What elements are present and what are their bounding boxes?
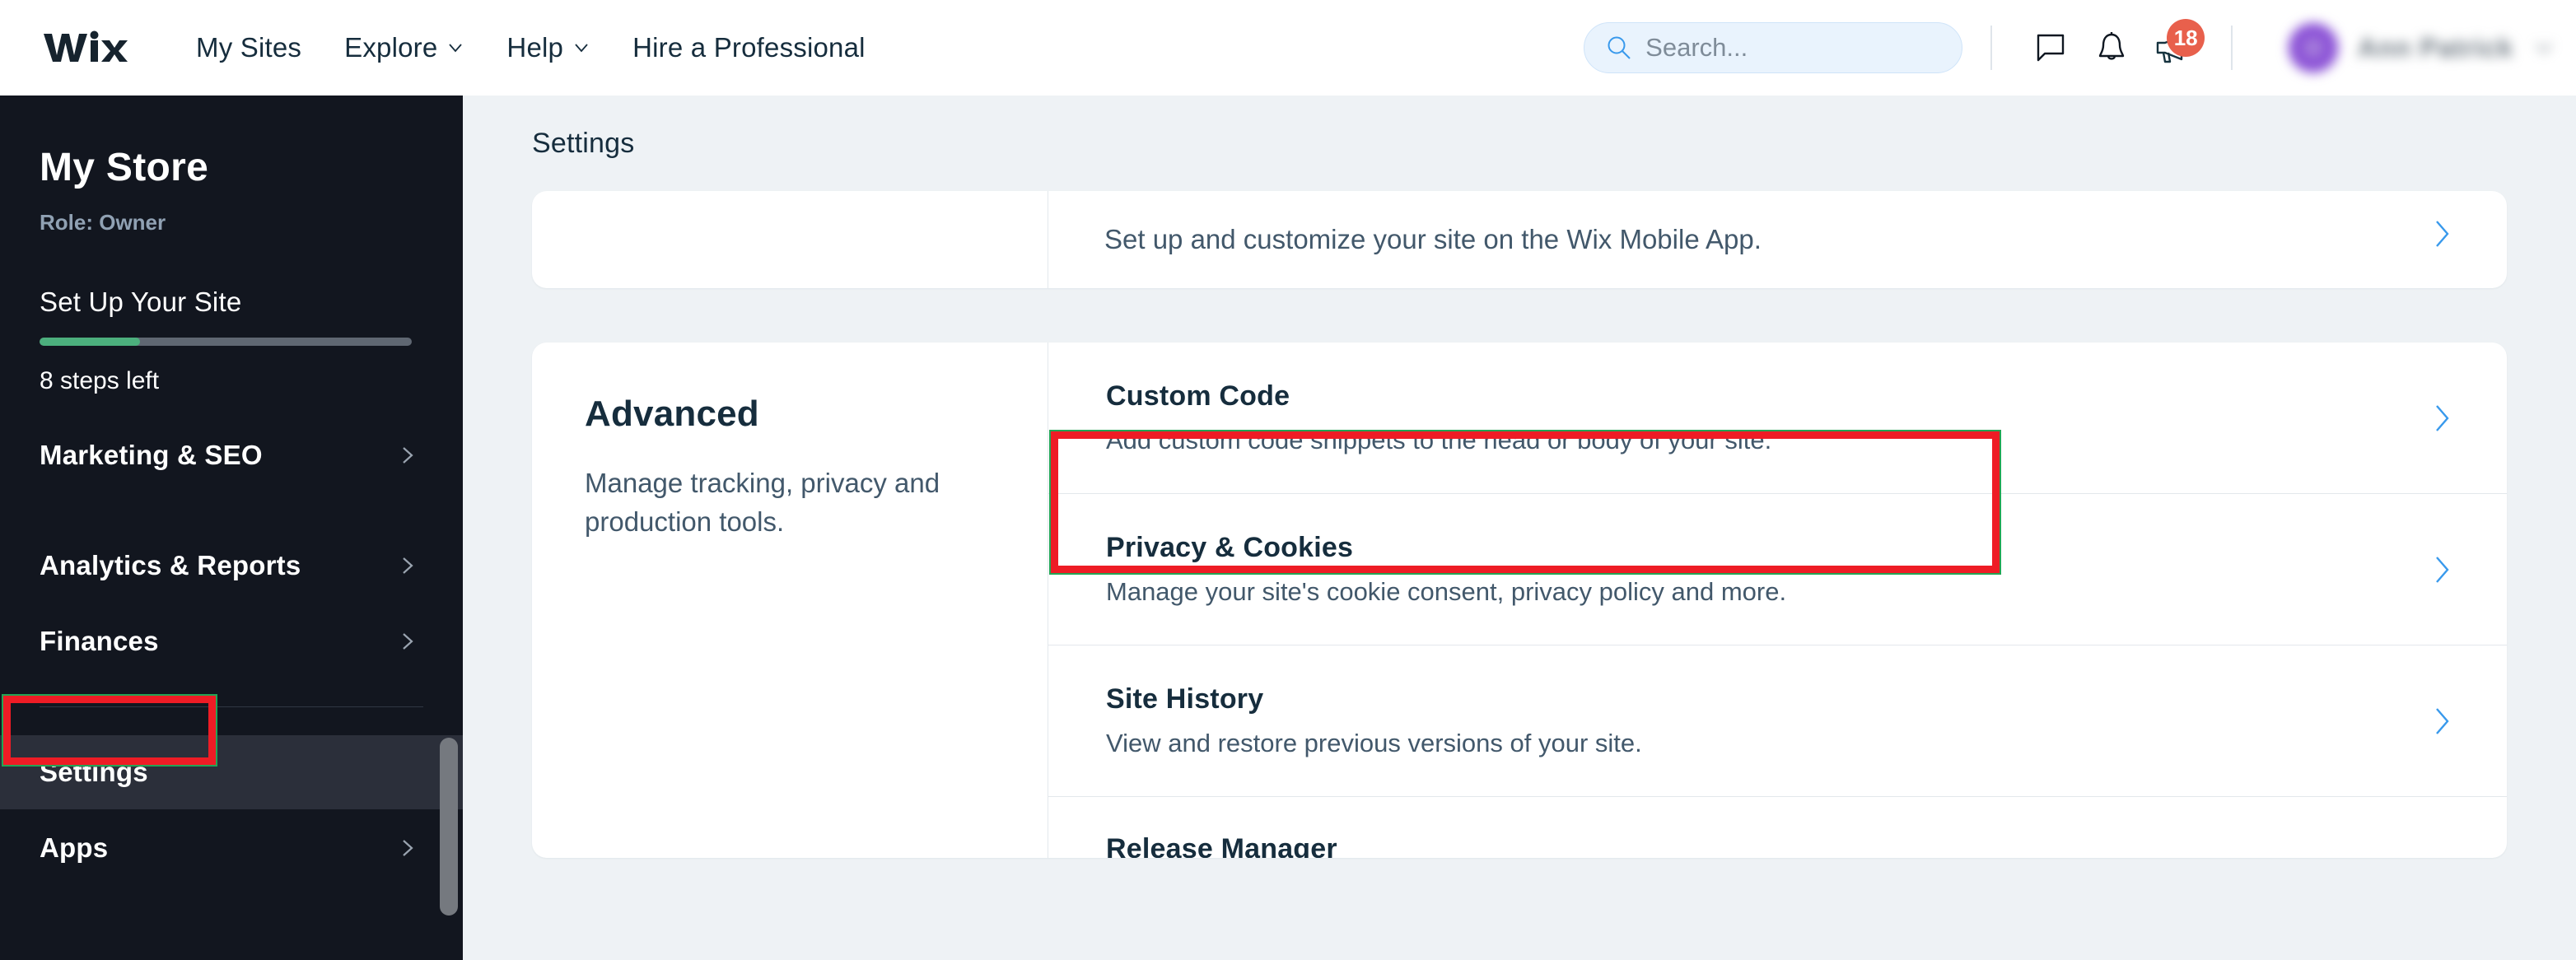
chevron-right-icon bbox=[397, 838, 417, 858]
main-nav: My Sites Explore Help Hire a Professiona… bbox=[175, 23, 887, 72]
main-content: Settings Set up and customize your site … bbox=[463, 96, 2576, 960]
sidebar-menu: Marketing & SEO Analytics & Reports Fina… bbox=[0, 418, 463, 885]
setup-progress-fill bbox=[40, 338, 141, 346]
row-description: View and restore previous versions of yo… bbox=[1106, 729, 1642, 757]
user-name: Ann Patrick bbox=[2358, 32, 2513, 63]
user-menu[interactable]: Ann Patrick bbox=[2261, 23, 2576, 72]
sidebar: Marketing & SEO Analytics & Reports Fina… bbox=[0, 96, 463, 960]
sidebar-item-label: Analytics & Reports bbox=[40, 550, 301, 580]
sidebar-scrollbar-thumb[interactable] bbox=[440, 738, 458, 916]
page-header: Settings bbox=[463, 96, 2576, 191]
row-title: Site History bbox=[1106, 683, 1264, 715]
steps-left-label: 8 steps left bbox=[40, 367, 160, 394]
notification-badge: 18 bbox=[2167, 19, 2205, 57]
top-navigation-bar: My Sites Explore Help Hire a Professiona… bbox=[0, 0, 2576, 96]
row-title: Custom Code bbox=[1106, 380, 1290, 412]
toolbar-divider bbox=[1990, 26, 1993, 70]
mobile-app-card: Set up and customize your site on the Wi… bbox=[532, 191, 2507, 288]
sidebar-item-label: Finances bbox=[40, 626, 159, 656]
setup-progress-bar bbox=[40, 338, 412, 346]
page-title: Settings bbox=[532, 127, 635, 159]
settings-row-custom-code[interactable]: Custom Code Add custom code snippets to … bbox=[1048, 343, 2507, 494]
chevron-down-icon bbox=[2533, 37, 2555, 58]
avatar bbox=[2289, 23, 2339, 72]
advanced-card-intro: Advanced Manage tracking, privacy and pr… bbox=[532, 343, 1048, 858]
chevron-down-icon bbox=[573, 40, 590, 56]
row-description: Manage your site's cookie consent, priva… bbox=[1106, 577, 1787, 606]
search-input[interactable]: Search... bbox=[1584, 22, 1963, 73]
setup-your-site-title: Set Up Your Site bbox=[40, 287, 242, 317]
advanced-card: Advanced Manage tracking, privacy and pr… bbox=[532, 343, 2507, 858]
settings-row-site-history[interactable]: Site History View and restore previous v… bbox=[1048, 645, 2507, 797]
chat-icon[interactable] bbox=[2020, 17, 2081, 78]
store-role: Role: Owner bbox=[40, 210, 166, 235]
nav-item-explore[interactable]: Explore bbox=[323, 23, 485, 72]
sidebar-item-label: Apps bbox=[40, 832, 109, 863]
sidebar-header: My Store Role: Owner Set Up Your Site 8 … bbox=[0, 96, 463, 441]
nav-item-help[interactable]: Help bbox=[485, 23, 611, 72]
sidebar-item-apps[interactable]: Apps bbox=[0, 811, 463, 885]
sidebar-divider bbox=[40, 706, 423, 707]
nav-item-label: Hire a Professional bbox=[632, 32, 866, 63]
store-title: My Store bbox=[40, 146, 209, 189]
wix-logo[interactable] bbox=[40, 28, 130, 68]
settings-row-release-manager[interactable]: Release Manager bbox=[1048, 797, 2507, 858]
chevron-right-icon[interactable] bbox=[2431, 555, 2452, 585]
advanced-card-rows: Custom Code Add custom code snippets to … bbox=[1048, 343, 2507, 858]
search-icon bbox=[1606, 35, 1632, 61]
megaphone-icon[interactable]: 18 bbox=[2142, 17, 2205, 78]
sidebar-item-finances[interactable]: Finances bbox=[0, 604, 463, 678]
mobile-app-description: Set up and customize your site on the Wi… bbox=[1104, 224, 1762, 254]
toolbar-divider bbox=[2231, 26, 2233, 70]
chevron-right-icon[interactable] bbox=[2431, 403, 2452, 433]
sidebar-item-settings[interactable]: Settings bbox=[0, 735, 463, 809]
settings-row-privacy-cookies[interactable]: Privacy & Cookies Manage your site's coo… bbox=[1048, 494, 2507, 645]
chevron-right-icon bbox=[397, 445, 417, 465]
nav-item-label: My Sites bbox=[196, 32, 302, 63]
nav-item-label: Explore bbox=[344, 32, 438, 63]
advanced-card-description: Manage tracking, privacy and production … bbox=[585, 468, 940, 537]
nav-item-label: Help bbox=[506, 32, 564, 63]
chevron-right-icon[interactable] bbox=[2431, 706, 2452, 736]
chevron-right-icon bbox=[397, 556, 417, 576]
top-bar-right-cluster: Search... 18 Ann Patrick bbox=[1584, 0, 2576, 96]
sidebar-item-label: Settings bbox=[40, 757, 148, 787]
search-placeholder: Search... bbox=[1645, 33, 1748, 62]
sidebar-item-label: Marketing & SEO bbox=[40, 440, 263, 470]
row-title: Privacy & Cookies bbox=[1106, 532, 1354, 563]
nav-item-hire-a-professional[interactable]: Hire a Professional bbox=[611, 23, 887, 72]
row-description: Add custom code snippets to the head or … bbox=[1106, 426, 1772, 454]
advanced-card-title: Advanced bbox=[585, 394, 759, 434]
chevron-down-icon bbox=[447, 40, 464, 56]
chevron-right-icon[interactable] bbox=[2431, 219, 2452, 249]
sidebar-item-analytics-reports[interactable]: Analytics & Reports bbox=[0, 529, 463, 603]
chevron-right-icon bbox=[397, 631, 417, 651]
row-title: Release Manager bbox=[1106, 833, 1337, 858]
nav-item-my-sites[interactable]: My Sites bbox=[175, 23, 323, 72]
bell-icon[interactable] bbox=[2081, 17, 2142, 78]
